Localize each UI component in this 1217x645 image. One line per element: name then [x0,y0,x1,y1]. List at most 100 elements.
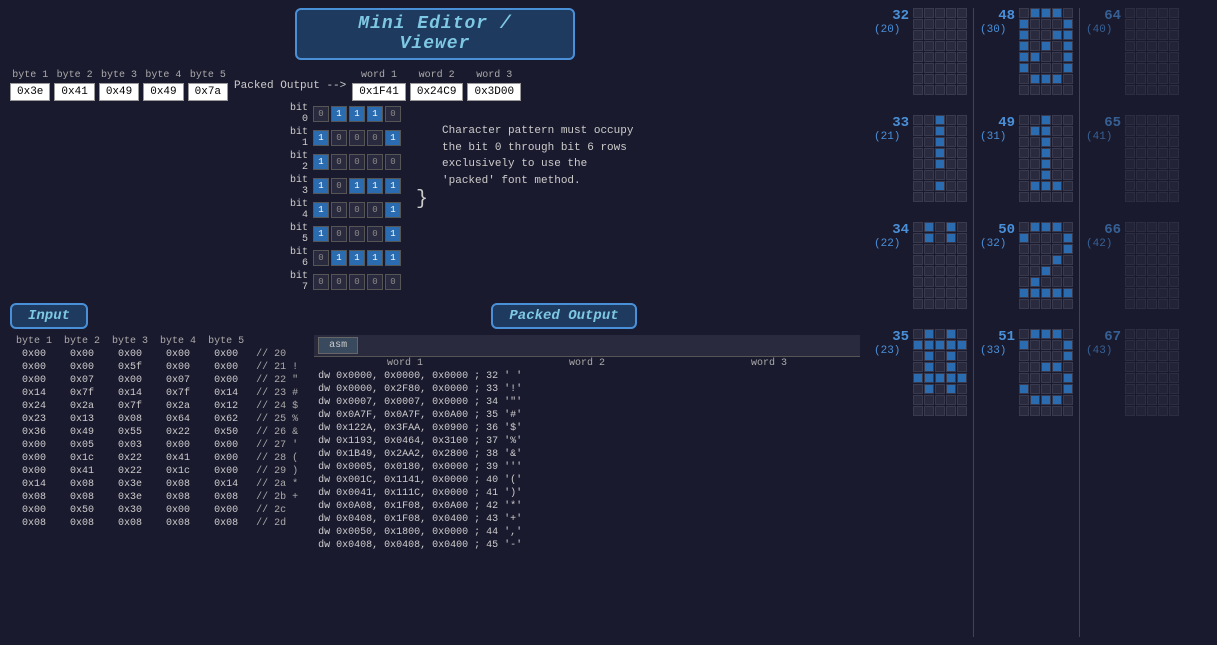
char-pixel [1052,406,1062,416]
char-pixel [1136,299,1146,309]
input-col-1: byte 2 [58,335,106,348]
char-pixel [946,148,956,158]
char-pixel [1169,74,1179,84]
char-pixel [1136,74,1146,84]
char-pixel [924,74,934,84]
char-pixel [1158,340,1168,350]
bit-row-6: bit 601111 [280,247,402,269]
char-pixel [935,362,945,372]
input-cell-13-4: 0x08 [202,517,250,530]
char-pixel [1041,148,1051,158]
char-pixel [1019,340,1029,350]
char-pixel [1136,8,1146,18]
char-pixel [946,329,956,339]
table-row: 0x000x500x300x000x00// 2c [10,504,304,517]
char-pixel [946,137,956,147]
char-pixel [1030,8,1040,18]
char-pixel [935,406,945,416]
char-pixel [913,41,923,51]
char-pixel [1041,299,1051,309]
byte-label-3: byte 3 [99,70,139,81]
char-pixel [1147,8,1157,18]
output-row-6: dw 0x1B49, 0x2AA2, 0x2800 ; 38 '&' [314,448,860,461]
char-pixel [1147,85,1157,95]
bit-cell-1-1: 0 [331,130,347,146]
char-pixel [924,233,934,243]
char-pixel [1041,8,1051,18]
bit-label-1: bit 1 [280,127,312,149]
char-pixel [913,30,923,40]
char-pixel [924,277,934,287]
right-panel: 32 (20)33 (21)34 (22)35 (23)48 (30)49 (3… [870,0,1217,645]
char-pixel [1052,255,1062,265]
char-pixel [1041,41,1051,51]
char-pixel [1136,52,1146,62]
byte-value-4: 0x49 [143,83,183,101]
char-pixel [1158,395,1168,405]
char-pixel [924,244,934,254]
bit-row-0: bit 001110 [280,103,402,125]
char-pixel [935,233,945,243]
char-pixel [1125,30,1135,40]
char-pixel [1147,137,1157,147]
char-pixel [957,8,967,18]
char-pixel [957,159,967,169]
char-pixel [957,137,967,147]
char-pixel [946,19,956,29]
char-pixel [1136,170,1146,180]
bit-label-6: bit 6 [280,247,312,269]
char-pixel [1041,30,1051,40]
char-pixel [913,384,923,394]
char-pixel [1169,255,1179,265]
char-pixel [1041,159,1051,169]
input-cell-8-4: 0x00 [202,452,250,465]
char-pixel [1019,362,1029,372]
char-pixel [1041,181,1051,191]
char-num-49: 49 (31) [980,115,1015,143]
char-pixel [1041,266,1051,276]
input-cell-9-1: 0x41 [58,465,106,478]
char-number: 34 [874,222,909,238]
bit-cell-0-4: 0 [385,106,401,122]
output-row-2: dw 0x0007, 0x0007, 0x0000 ; 34 '"' [314,396,860,409]
output-row-0: dw 0x0000, 0x0000, 0x0000 ; 32 ' ' [314,370,860,383]
byte-value-3: 0x49 [99,83,139,101]
char-pixel [946,41,956,51]
char-grid-33 [913,115,967,202]
char-pixel [1136,406,1146,416]
input-cell-3-1: 0x7f [58,387,106,400]
char-pixel [957,384,967,394]
table-row: dw 0x0408, 0x1F08, 0x0400 ; 43 '+' [314,513,860,526]
char-pixel [1030,137,1040,147]
input-cell-12-5: // 2c [250,504,304,517]
char-pixel [1158,192,1168,202]
char-num-67: 67 (43) [1086,329,1121,357]
char-grid-49 [1019,115,1073,202]
input-cell-12-0: 0x00 [10,504,58,517]
input-cell-3-4: 0x14 [202,387,250,400]
char-pixel [1019,266,1029,276]
char-pixel [1136,115,1146,125]
char-pixel [1147,351,1157,361]
char-pixel [935,222,945,232]
char-pixel [913,406,923,416]
byte-col-1: byte 1 0x3e [10,70,50,101]
char-number: 51 [980,329,1015,345]
char-pixel [946,255,956,265]
input-cell-0-0: 0x00 [10,348,58,361]
char-pixel [1136,362,1146,372]
output-area: asm word 1 word 2 word 3 dw 0x0000, 0x00… [314,335,860,552]
table-row: dw 0x122A, 0x3FAA, 0x0900 ; 36 '$' [314,422,860,435]
asm-tab[interactable]: asm [318,337,358,354]
char-pixel [946,8,956,18]
bit-cell-1-3: 0 [367,130,383,146]
char-pixel [957,115,967,125]
char-pixel [1158,406,1168,416]
char-pixel [1158,384,1168,394]
bit-cell-5-2: 0 [349,226,365,242]
middle-section: bit 001110bit 110001bit 210000bit 310111… [280,103,860,295]
char-pixel [1169,30,1179,40]
char-pixel [913,52,923,62]
app-title: Mini Editor / Viewer [317,14,553,54]
char-pixel [1019,299,1029,309]
